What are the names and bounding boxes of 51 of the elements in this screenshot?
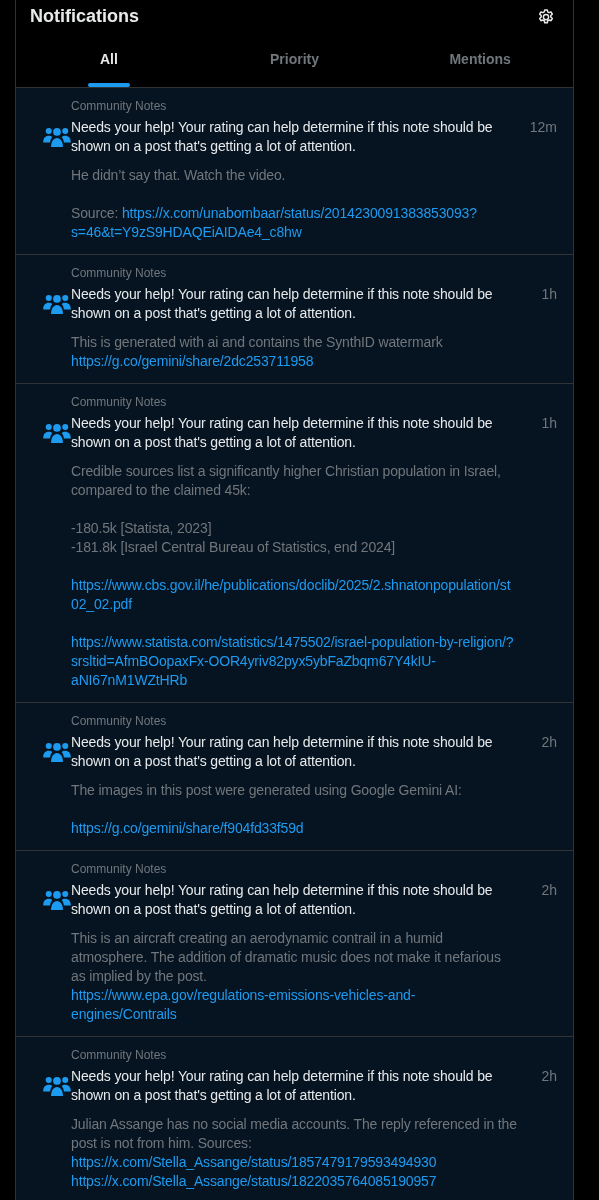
note-text: This is generated with ai and contains the SynthID watermark: [71, 333, 444, 352]
note-text: -180.5k [Statista, 2023]: [71, 519, 213, 538]
link[interactable]: https://g.co/gemini/share/2dc253711958: [71, 352, 517, 371]
category-label: Community Notes: [71, 98, 168, 114]
timestamp: 1h: [540, 414, 557, 433]
category-label: Community Notes: [71, 713, 168, 729]
link[interactable]: https://www.epa.gov/regulations-emissions-vehicles-and-engines/Contrails: [71, 986, 517, 1024]
note-text: Julian Assange has no social media accounts. The reply referenced in the post is not from him. Sources:: [71, 1115, 517, 1153]
link[interactable]: https://g.co/gemini/share/f904fd33f59d: [71, 819, 517, 838]
notification-text: Needs your help! Your rating can help determine if this note should be shown on a post that's getting a lot of attention.: [71, 733, 494, 771]
notification-card[interactable]: [16, 88, 573, 255]
notification-text: Needs your help! Your rating can help determine if this note should be shown on a post that's getting a lot of attention.: [71, 1067, 494, 1105]
notification-text: Needs your help! Your rating can help determine if this note should be shown on a post that's getting a lot of attention.: [71, 118, 494, 156]
note-text: He didn’t say that. Watch the video.: [71, 166, 287, 185]
notification-card[interactable]: [16, 703, 573, 851]
people-icon: [43, 293, 71, 315]
note-text: Credible sources list a significantly higher Christian population in Israel, compared to the claimed 45k:: [71, 462, 502, 500]
tab[interactable]: All: [87, 30, 130, 87]
note-text: This is an aircraft creating an aerodynamic contrail in a humid atmosphere. The addition of dramatic music does not make it nefarious as implied by the post.: [71, 929, 502, 986]
tab[interactable]: Mentions: [437, 30, 523, 87]
notification-card[interactable]: [16, 384, 573, 703]
category-label: Community Notes: [71, 1047, 168, 1063]
notification-text: Needs your help! Your rating can help determine if this note should be shown on a post that's getting a lot of attention.: [71, 414, 494, 452]
notification-text: Needs your help! Your rating can help determine if this note should be shown on a post that's getting a lot of attention.: [71, 285, 494, 323]
note-text: The images in this post were generated using Google Gemini AI:: [71, 781, 463, 800]
people-icon: [43, 126, 71, 148]
link[interactable]: https://www.statista.com/statistics/1475502/israel-population-by-religion/?srsltid=AfmBOopaxFx-OOR4yriv82pyx5ybFaZbqm67Y4kIU-aNI67nM1WZtHRb: [71, 633, 517, 690]
people-icon: [43, 889, 71, 911]
notification-card[interactable]: [16, 255, 573, 384]
timestamp: 2h: [540, 881, 557, 900]
settings-icon[interactable]: [537, 7, 555, 26]
timestamp: 2h: [540, 733, 557, 752]
people-icon: [43, 1075, 71, 1097]
category-label: Community Notes: [71, 265, 168, 281]
people-icon: [43, 741, 71, 763]
note-text: -181.8k [Israel Central Bureau of Statistics, end 2024]: [71, 538, 397, 557]
category-label: Community Notes: [71, 394, 168, 410]
timestamp: 12m: [528, 118, 557, 137]
link[interactable]: https://www.cbs.gov.il/he/publications/doclib/2025/2.shnatonpopulation/st02_02.pdf: [71, 576, 517, 614]
link[interactable]: https://x.com/Stella_Assange/status/1857479179593494930: [71, 1153, 517, 1172]
timestamp: 1h: [540, 285, 557, 304]
notification-text: Needs your help! Your rating can help determine if this note should be shown on a post that's getting a lot of attention.: [71, 881, 494, 919]
notification-card[interactable]: [16, 851, 573, 1037]
source-text: Source: https://x.com/unabombaar/status/2014230091383853093?s=46&t=Y9zS9HDAQEiAIDAe4_c8hw: [71, 204, 478, 242]
tab[interactable]: Priority: [258, 30, 331, 87]
page-title: Notifications: [30, 6, 139, 27]
timestamp: 2h: [540, 1067, 557, 1086]
link[interactable]: https://x.com/Stella_Assange/status/1822035764085190957: [71, 1172, 517, 1191]
people-icon: [43, 422, 71, 444]
category-label: Community Notes: [71, 861, 168, 877]
notification-card[interactable]: [16, 1037, 573, 1200]
